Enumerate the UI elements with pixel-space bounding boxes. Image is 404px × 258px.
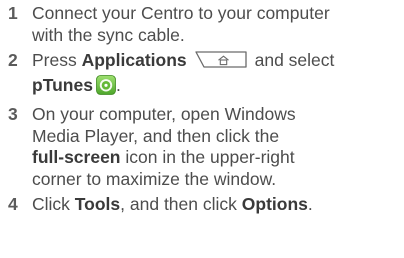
step-text: Press	[32, 50, 82, 70]
step-text-line: pTunes.	[32, 75, 402, 101]
step-4: 4 Click Tools, and then click Options.	[6, 194, 402, 216]
step-2: 2 Press Applications and select pTunes.	[6, 50, 402, 100]
step-text-line: Press Applications and select	[32, 50, 402, 75]
step-text: .	[115, 74, 121, 95]
step-text-line: Click Tools, and then click Options.	[32, 194, 402, 216]
step-text: Click	[32, 194, 75, 214]
step-number: 4	[8, 194, 18, 214]
step-text: and select	[254, 50, 335, 70]
instruction-steps: 1 Connect your Centro to your computer w…	[6, 3, 402, 216]
step-text-line: with the sync cable.	[32, 24, 185, 45]
full-screen-label: full-screen	[32, 147, 121, 167]
step-number: 2	[8, 50, 18, 70]
home-key-icon	[194, 51, 247, 75]
step-text-line: full-screen icon in the upper-right	[32, 147, 402, 169]
tools-label: Tools	[74, 194, 121, 214]
step-text: icon in the upper-right	[120, 147, 295, 167]
step-text: , and then click	[120, 194, 242, 214]
applications-label: Applications	[81, 50, 187, 70]
step-number: 1	[8, 3, 18, 23]
step-number: 3	[8, 104, 18, 124]
step-text-line: corner to maximize the window.	[32, 168, 277, 189]
step-3: 3 On your computer, open Windows Media P…	[6, 104, 402, 190]
ptunes-label: pTunes	[32, 74, 93, 95]
step-text-line: Connect your Centro to your computer	[32, 3, 330, 23]
ptunes-app-icon	[96, 74, 116, 101]
options-label: Options	[241, 194, 308, 214]
step-text: .	[307, 194, 313, 214]
step-1: 1 Connect your Centro to your computer w…	[6, 3, 402, 46]
step-text-line: On your computer, open Windows	[32, 104, 296, 124]
step-text-line: Media Player, and then click the	[32, 125, 280, 146]
